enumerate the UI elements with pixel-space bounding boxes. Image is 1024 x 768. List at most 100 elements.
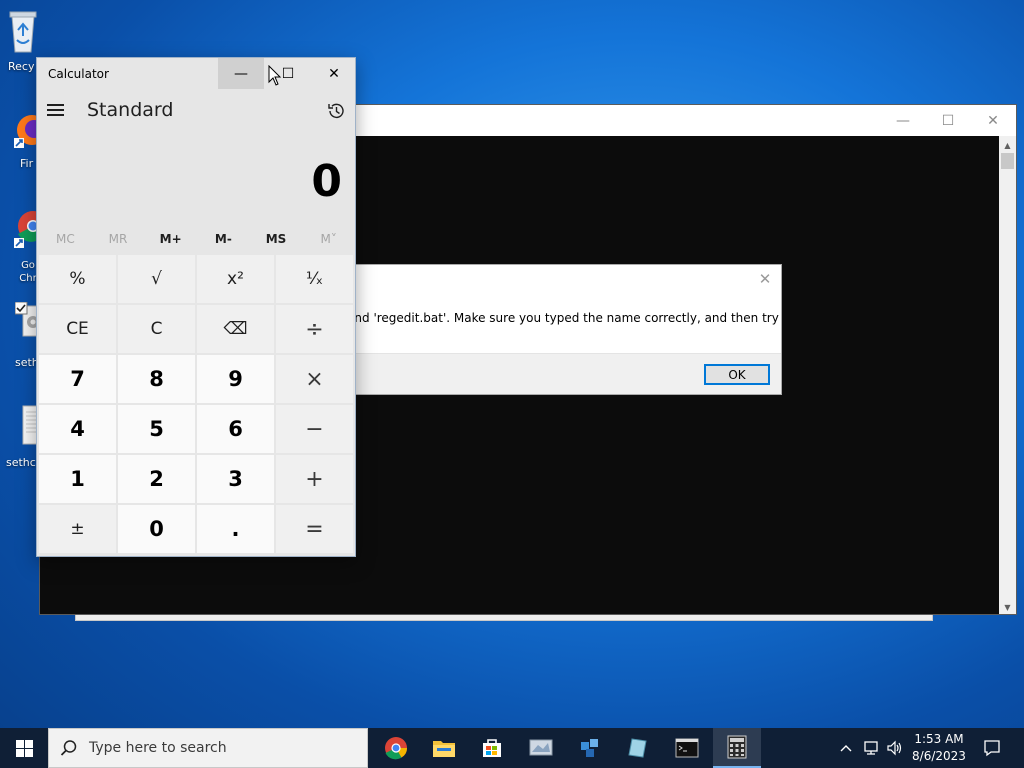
network-button[interactable] <box>860 728 882 768</box>
close-icon: ✕ <box>758 270 772 288</box>
memory-store-button[interactable]: MS <box>250 226 303 252</box>
chevron-up-icon <box>840 745 852 752</box>
decimal-button[interactable]: . <box>197 505 274 553</box>
clear-button[interactable]: C <box>118 305 195 353</box>
clock-time: 1:53 AM <box>914 732 964 746</box>
background-window-edge <box>75 614 933 621</box>
maximize-icon: ☐ <box>281 65 295 82</box>
taskbar-app-3[interactable] <box>614 728 662 768</box>
cmd-icon <box>675 738 699 758</box>
clock-date: 8/6/2023 <box>912 749 966 763</box>
calculator-window[interactable]: Calculator — ☐ ✕ Standard 0 MC MR M+ M- … <box>36 57 356 557</box>
volume-icon <box>887 740 902 756</box>
digit-5-button[interactable]: 5 <box>118 405 195 453</box>
taskbar: Type here to search 1:53 AM 8/6/2023 <box>0 728 1024 768</box>
taskbar-clock[interactable]: 1:53 AM 8/6/2023 <box>908 731 970 765</box>
taskbar-cmd[interactable] <box>663 728 711 768</box>
dialog-footer: OK <box>301 353 781 394</box>
percent-button[interactable]: % <box>39 255 116 303</box>
maximize-icon: ☐ <box>941 112 955 129</box>
hamburger-icon <box>47 104 64 106</box>
show-hidden-icons-button[interactable] <box>836 728 856 768</box>
digit-1-button[interactable]: 1 <box>39 455 116 503</box>
memory-list-button[interactable]: M˅ <box>302 226 355 252</box>
app-icon-1 <box>529 739 553 756</box>
taskbar-calculator[interactable] <box>713 728 761 768</box>
desktop-icon-label: Recy <box>8 60 35 73</box>
digit-2-button[interactable]: 2 <box>118 455 195 503</box>
console-minimize-button[interactable]: — <box>880 105 926 136</box>
subtract-button[interactable]: − <box>276 405 353 453</box>
square-root-button[interactable]: √ <box>118 255 195 303</box>
file-explorer-icon <box>433 741 455 757</box>
memory-row: MC MR M+ M- MS M˅ <box>39 226 355 252</box>
memory-subtract-button[interactable]: M- <box>197 226 250 252</box>
calc-minimize-button[interactable]: — <box>218 58 264 89</box>
console-scrollbar[interactable]: ▲ ▼ <box>999 136 1016 614</box>
desktop-icon-label: Go Chr <box>19 260 37 284</box>
calculator-mode-title: Standard <box>87 99 174 121</box>
window-title: Calculator <box>48 67 109 81</box>
scroll-down-icon[interactable]: ▼ <box>999 600 1016 614</box>
notifications-button[interactable] <box>978 728 1006 768</box>
scrollbar-thumb[interactable] <box>1001 153 1014 169</box>
digit-4-button[interactable]: 4 <box>39 405 116 453</box>
history-button[interactable] <box>323 98 349 124</box>
digit-6-button[interactable]: 6 <box>197 405 274 453</box>
app-icon-3 <box>628 738 647 758</box>
square-button[interactable]: x² <box>197 255 274 303</box>
digit-0-button[interactable]: 0 <box>118 505 195 553</box>
volume-button[interactable] <box>884 728 906 768</box>
taskbar-chrome[interactable] <box>372 728 420 768</box>
add-button[interactable]: + <box>276 455 353 503</box>
desktop-icon-recycle-bin[interactable]: Recy <box>0 8 46 73</box>
close-icon: ✕ <box>328 65 340 82</box>
result-display: 0 <box>311 156 342 207</box>
history-icon <box>328 103 344 119</box>
clear-entry-button[interactable]: CE <box>39 305 116 353</box>
backspace-button[interactable]: ⌫ <box>197 305 274 353</box>
calc-close-button[interactable]: ✕ <box>311 58 357 89</box>
minimize-icon: — <box>896 112 910 129</box>
dialog-close-button[interactable]: ✕ <box>755 269 775 289</box>
taskbar-search-box[interactable]: Type here to search <box>48 728 368 768</box>
memory-clear-button[interactable]: MC <box>39 226 92 252</box>
digit-3-button[interactable]: 3 <box>197 455 274 503</box>
recycle-bin-icon <box>9 11 37 53</box>
console-maximize-button[interactable]: ☐ <box>925 105 971 136</box>
error-dialog: ✕ ot find 'regedit.bat'. Make sure you t… <box>300 264 782 395</box>
search-icon <box>49 728 89 768</box>
taskbar-app-1[interactable] <box>517 728 565 768</box>
chrome-icon <box>385 737 407 760</box>
network-icon <box>864 741 878 755</box>
taskbar-store[interactable] <box>468 728 516 768</box>
dialog-message: ot find 'regedit.bat'. Make sure you typ… <box>331 311 779 325</box>
taskbar-app-2[interactable] <box>566 728 614 768</box>
taskbar-file-explorer[interactable] <box>420 728 468 768</box>
console-close-button[interactable]: ✕ <box>970 105 1016 136</box>
memory-recall-button[interactable]: MR <box>92 226 145 252</box>
scroll-up-icon[interactable]: ▲ <box>999 138 1016 152</box>
ok-button[interactable]: OK <box>704 364 770 385</box>
navigation-menu-button[interactable] <box>47 98 67 122</box>
start-button[interactable] <box>0 728 48 768</box>
digit-9-button[interactable]: 9 <box>197 355 274 403</box>
digit-8-button[interactable]: 8 <box>118 355 195 403</box>
windows-logo-icon <box>15 739 33 757</box>
memory-add-button[interactable]: M+ <box>144 226 197 252</box>
close-icon: ✕ <box>987 112 999 129</box>
notification-icon <box>984 740 1000 757</box>
desktop-icon-label: Fir <box>20 157 34 170</box>
negate-button[interactable]: ± <box>39 505 116 553</box>
mouse-cursor-icon <box>268 65 282 86</box>
equals-button[interactable]: = <box>276 505 353 553</box>
keypad: % √ x² ¹⁄ₓ CE C ⌫ ÷ 7 8 9 × 4 5 6− 1 2 3 + ±0. = <box>39 255 355 553</box>
reciprocal-button[interactable]: ¹⁄ₓ <box>276 255 353 303</box>
digit-7-button[interactable]: 7 <box>39 355 116 403</box>
minimize-icon: — <box>234 65 248 82</box>
app-icon-2 <box>581 739 598 757</box>
store-icon <box>483 739 501 757</box>
calculator-icon <box>727 735 747 759</box>
multiply-button[interactable]: × <box>276 355 353 403</box>
divide-button[interactable]: ÷ <box>276 305 353 353</box>
